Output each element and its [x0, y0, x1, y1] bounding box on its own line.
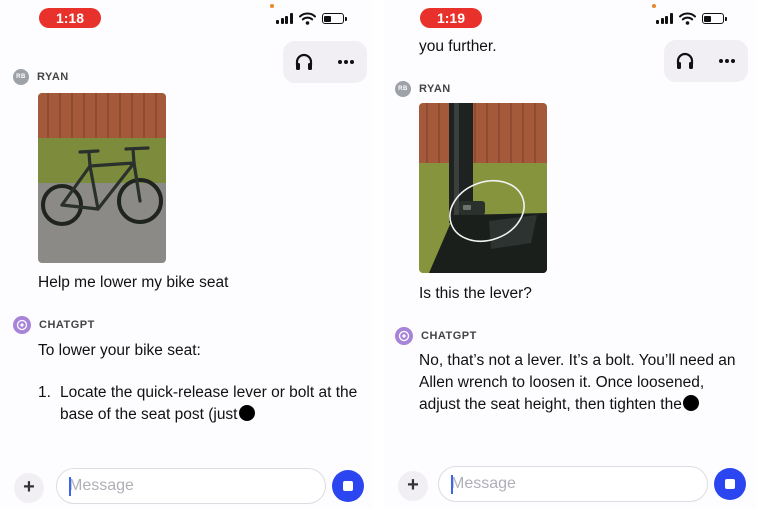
assistant-intro: To lower your bike seat:	[38, 342, 201, 359]
user-avatar: RB	[13, 69, 29, 85]
stop-button[interactable]	[714, 468, 746, 500]
composer: +	[384, 466, 756, 506]
stop-icon	[725, 479, 735, 489]
headphones-button[interactable]	[288, 46, 320, 78]
user-message: Is this the lever?	[419, 285, 532, 302]
stop-button[interactable]	[332, 470, 364, 502]
openai-logo-icon	[398, 330, 410, 342]
status-icons	[656, 12, 727, 25]
typing-indicator	[682, 395, 699, 411]
divider	[372, 0, 384, 509]
composer: +	[0, 468, 372, 508]
user-name: RYAN	[419, 83, 451, 95]
stop-icon	[343, 481, 353, 491]
status-time: 1:18	[39, 8, 101, 28]
openai-logo-icon	[16, 319, 28, 331]
attach-button[interactable]: +	[14, 473, 44, 503]
message-input[interactable]	[438, 466, 708, 502]
left-phone-screen: 1:18 RB RYAN Help me lower my bike seat …	[0, 0, 372, 509]
status-bar: 1:18	[0, 0, 372, 36]
attach-button[interactable]: +	[398, 471, 428, 501]
wifi-icon	[678, 12, 696, 25]
user-sender: RB RYAN	[395, 81, 451, 97]
text-caret	[69, 477, 71, 496]
battery-icon	[321, 13, 347, 24]
more-button[interactable]	[711, 45, 743, 77]
previous-message-fragment: you further.	[419, 38, 497, 55]
battery-icon	[701, 13, 727, 24]
top-actions	[283, 41, 367, 83]
user-sender: RB RYAN	[13, 69, 69, 85]
user-name: RYAN	[37, 71, 69, 83]
list-number: 1.	[38, 384, 51, 401]
more-button[interactable]	[330, 46, 362, 78]
bike-image	[38, 93, 166, 263]
typing-indicator	[238, 405, 255, 421]
privacy-indicator	[652, 4, 656, 8]
assistant-sender: CHATGPT	[13, 316, 95, 334]
privacy-indicator	[270, 4, 274, 8]
list-item-body: Locate the quick-release lever or bolt a…	[60, 382, 360, 426]
headphones-icon	[295, 53, 313, 70]
text-caret	[451, 475, 453, 494]
seat-post-photo[interactable]	[419, 103, 547, 273]
wifi-icon	[298, 12, 316, 25]
list-text: Locate the quick-release lever or bolt a…	[60, 384, 358, 423]
user-message: Help me lower my bike seat	[38, 274, 229, 291]
message-input[interactable]	[56, 468, 326, 504]
signal-icon	[276, 13, 293, 24]
assistant-name: CHATGPT	[421, 330, 477, 342]
bike-photo[interactable]	[38, 93, 166, 263]
assistant-reply: No, that’s not a lever. It’s a bolt. You…	[419, 350, 741, 416]
user-avatar: RB	[395, 81, 411, 97]
assistant-sender: CHATGPT	[395, 327, 477, 345]
assistant-list-item: 1. Locate the quick-release lever or bol…	[38, 382, 368, 430]
status-time: 1:19	[420, 8, 482, 28]
status-icons	[276, 12, 347, 25]
headphones-button[interactable]	[669, 45, 701, 77]
chatgpt-avatar	[395, 327, 413, 345]
seat-post-image	[419, 103, 547, 273]
status-bar: 1:19	[384, 0, 756, 36]
assistant-name: CHATGPT	[39, 319, 95, 331]
more-icon	[338, 60, 354, 64]
chatgpt-avatar	[13, 316, 31, 334]
headphones-icon	[676, 52, 694, 69]
more-icon	[719, 59, 735, 63]
right-phone-screen: 1:19 you further. RB RYAN Is this the le…	[384, 0, 756, 509]
signal-icon	[656, 13, 673, 24]
top-actions	[664, 40, 748, 82]
